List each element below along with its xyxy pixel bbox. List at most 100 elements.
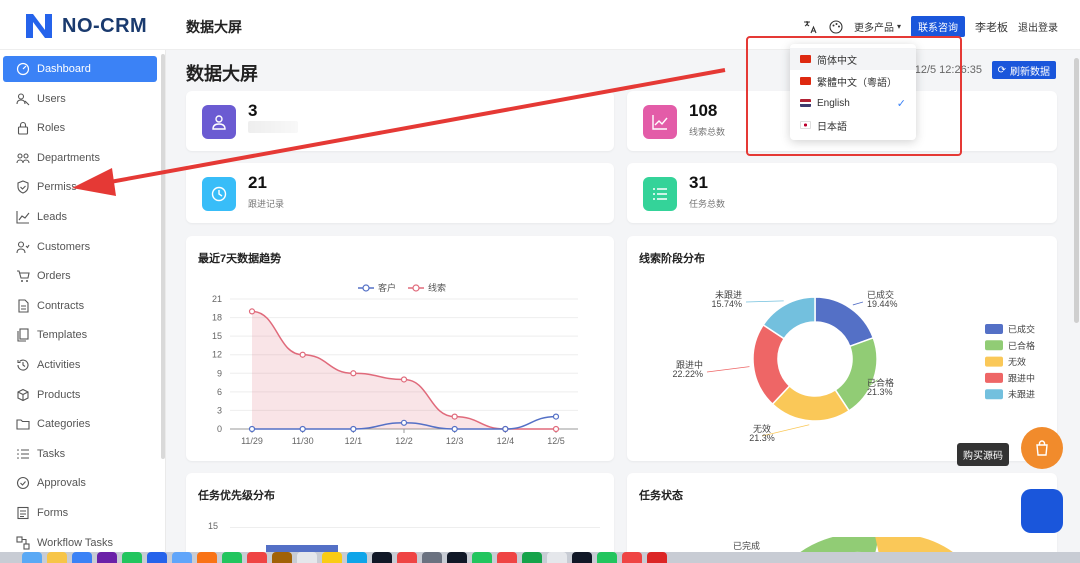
more-products-menu[interactable]: 更多产品 ▾ xyxy=(854,19,901,34)
sidebar-scrollbar[interactable] xyxy=(161,54,165,459)
user-name[interactable]: 李老板 xyxy=(975,19,1008,35)
stage-pie-panel: 线索阶段分布 已成交 19.44% 已合格 21.3% 无效 21.3% 跟进中 22.22%… xyxy=(627,236,1057,461)
chat-widget-button[interactable] xyxy=(1021,489,1063,533)
trend-line-chart[interactable]: 0 3 6 9 12 15 18 21 11/29 11/30 12/1 12/2 12/3 12/4 12… xyxy=(186,236,614,461)
dock-app-icon[interactable] xyxy=(197,552,217,563)
sidebar-item-contracts[interactable]: Contracts xyxy=(3,293,157,319)
sidebar-item-tasks[interactable]: Tasks xyxy=(3,441,157,467)
legend-label[interactable]: 无效 xyxy=(1008,356,1026,367)
dock-app-icon[interactable] xyxy=(272,552,292,563)
sidebar-item-label: Orders xyxy=(37,270,71,283)
dock-app-icon[interactable] xyxy=(247,552,267,563)
donut-slice[interactable] xyxy=(814,296,875,348)
dock-app-icon[interactable] xyxy=(172,552,192,563)
dock-app-icon[interactable] xyxy=(647,552,667,563)
data-point[interactable] xyxy=(502,425,509,433)
data-point[interactable] xyxy=(350,425,357,433)
dock-app-icon[interactable] xyxy=(347,552,367,563)
dock-app-icon[interactable] xyxy=(397,552,417,563)
dock-app-icon[interactable] xyxy=(297,552,317,563)
dock-app-icon[interactable] xyxy=(422,552,442,563)
sidebar-item-permiss[interactable]: Permiss xyxy=(3,174,157,200)
header-actions: 更多产品 ▾ 联系咨询 李老板 退出登录 xyxy=(802,16,1058,37)
sidebar-item-users[interactable]: Users xyxy=(3,86,157,112)
palette-icon[interactable] xyxy=(828,19,844,35)
legend-label[interactable]: 线索 xyxy=(428,282,446,293)
logout-link[interactable]: 退出登录 xyxy=(1018,19,1058,34)
dock-app-icon[interactable] xyxy=(597,552,617,563)
dock-app-icon[interactable] xyxy=(22,552,42,563)
sidebar-item-label: Workflow Tasks xyxy=(37,536,114,549)
sidebar-item-forms[interactable]: Forms xyxy=(3,500,157,526)
data-point[interactable] xyxy=(350,370,357,377)
legend-swatch[interactable] xyxy=(985,372,1003,383)
user-icon xyxy=(212,115,226,130)
legend-swatch[interactable] xyxy=(985,324,1003,334)
data-point[interactable] xyxy=(552,413,560,420)
legend-label[interactable]: 已合格 xyxy=(1008,340,1035,351)
sidebar-item-activities[interactable]: Activities xyxy=(3,352,157,378)
sidebar-item-departments[interactable]: Departments xyxy=(3,145,157,171)
sidebar-item-templates[interactable]: Templates xyxy=(3,322,157,348)
dock-app-icon[interactable] xyxy=(72,552,92,563)
legend-label[interactable]: 客户 xyxy=(378,282,396,293)
check-circle-icon xyxy=(16,477,30,490)
stat-value: 3 xyxy=(248,101,258,120)
priority-y-tick: 15 xyxy=(208,521,219,531)
dock-app-icon[interactable] xyxy=(472,552,492,563)
legend-label[interactable]: 已成交 xyxy=(1008,324,1035,335)
dock-app-icon[interactable] xyxy=(222,552,242,563)
legend-label[interactable]: 未跟进 xyxy=(1008,389,1035,400)
dock-app-icon[interactable] xyxy=(122,552,142,563)
list-icon xyxy=(653,188,667,200)
status-chart-panel: 任务状态 已完成 xyxy=(627,473,1057,563)
data-point[interactable] xyxy=(248,308,256,315)
sidebar-item-customers[interactable]: Customers xyxy=(3,234,157,260)
sidebar-item-approvals[interactable]: Approvals xyxy=(3,470,157,496)
status-label: 已完成 xyxy=(733,541,761,551)
refresh-button[interactable]: ⟳ 刷新数据 xyxy=(991,61,1056,79)
data-point[interactable] xyxy=(248,425,256,433)
data-point[interactable] xyxy=(299,351,306,358)
legend-label[interactable]: 跟进中 xyxy=(1008,372,1035,383)
buy-source-button[interactable] xyxy=(1021,427,1063,469)
page-scrollbar[interactable] xyxy=(1074,58,1079,323)
legend-swatch[interactable] xyxy=(985,356,1003,367)
sidebar-item-products[interactable]: Products xyxy=(3,382,157,408)
logo[interactable]: NO-CRM xyxy=(24,12,147,40)
dock-app-icon[interactable] xyxy=(572,552,592,563)
dock-app-icon[interactable] xyxy=(97,552,117,563)
stat-label: 任务总数 xyxy=(689,199,726,209)
data-point[interactable] xyxy=(451,413,458,420)
dock-app-icon[interactable] xyxy=(522,552,542,563)
sidebar-item-categories[interactable]: Categories xyxy=(3,411,157,437)
dock-app-icon[interactable] xyxy=(147,552,167,563)
dock-app-icon[interactable] xyxy=(322,552,342,563)
contract-icon xyxy=(18,299,29,313)
sidebar-item-dashboard[interactable]: Dashboard xyxy=(3,56,157,82)
translate-icon[interactable] xyxy=(802,19,818,35)
sidebar-item-leads[interactable]: Leads xyxy=(3,204,157,230)
data-point[interactable] xyxy=(400,376,408,383)
contact-button[interactable]: 联系咨询 xyxy=(911,16,965,37)
sidebar-item-roles[interactable]: Roles xyxy=(3,115,157,141)
dock-app-icon[interactable] xyxy=(622,552,642,563)
data-point[interactable] xyxy=(400,419,408,426)
dock-app-icon[interactable] xyxy=(447,552,467,563)
cart-icon xyxy=(17,270,30,283)
dock-app-icon[interactable] xyxy=(547,552,567,563)
dock-app-icon[interactable] xyxy=(47,552,67,563)
data-point[interactable] xyxy=(299,425,306,433)
stat-card-followups[interactable]: 21 跟进记录 xyxy=(186,163,614,223)
sidebar-item-orders[interactable]: Orders xyxy=(3,263,157,289)
dock-app-icon[interactable] xyxy=(497,552,517,563)
legend-swatch[interactable] xyxy=(985,389,1003,400)
stat-card-tasks[interactable]: 31 任务总数 xyxy=(627,163,1057,223)
stat-card-customers[interactable]: 3 xyxy=(186,91,614,151)
legend-swatch[interactable] xyxy=(985,340,1003,351)
dock-app-icon[interactable] xyxy=(372,552,392,563)
data-point[interactable] xyxy=(451,425,458,433)
stage-donut-chart[interactable]: 已成交 19.44% 已合格 21.3% 无效 21.3% 跟进中 22.22% 未跟进 15.7… xyxy=(627,236,1057,461)
data-point[interactable] xyxy=(552,425,560,433)
dashboard-icon xyxy=(16,62,30,76)
